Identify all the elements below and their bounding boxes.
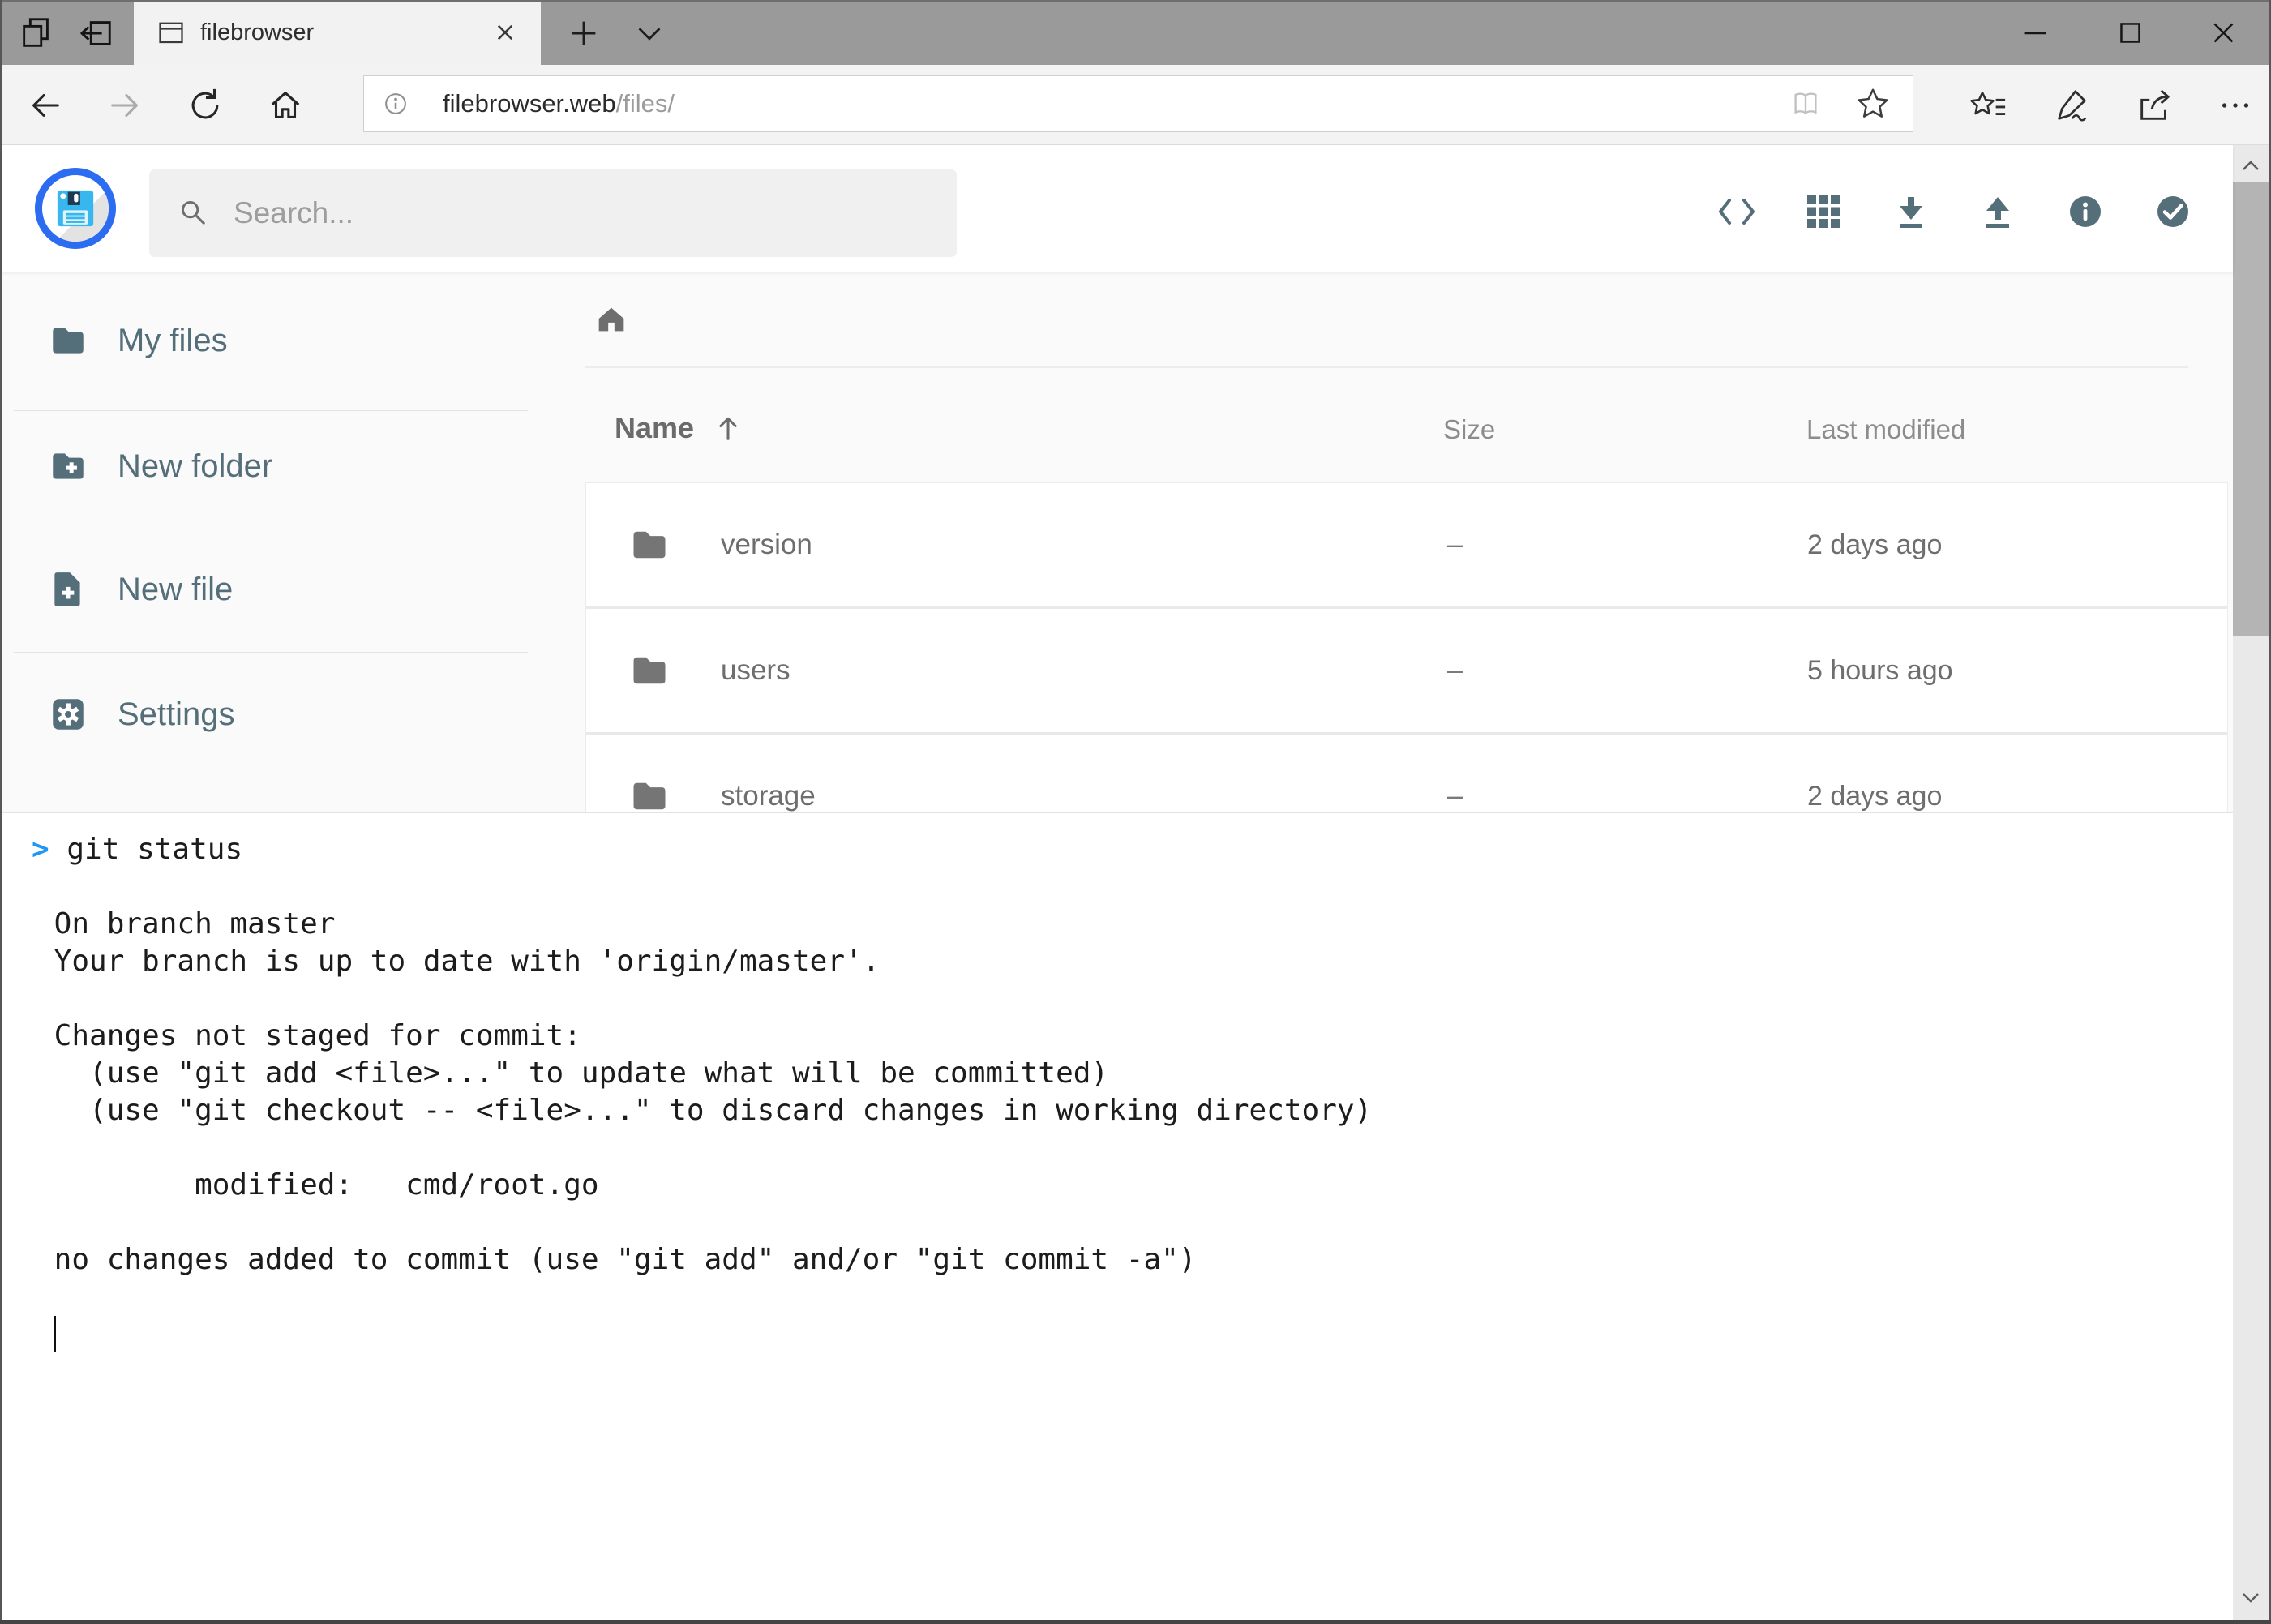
file-size: – <box>1447 609 1463 732</box>
new-tab-icon[interactable] <box>565 15 602 52</box>
file-row-storage[interactable]: storage – 2 days ago <box>586 732 2227 812</box>
folder-icon <box>48 320 88 361</box>
column-header-name[interactable]: Name <box>615 411 744 445</box>
forward-icon[interactable] <box>107 87 144 124</box>
floppy-disk-icon <box>53 186 98 231</box>
filebrowser-logo[interactable] <box>35 168 116 249</box>
file-size: – <box>1447 483 1463 606</box>
column-header-modified[interactable]: Last modified <box>1806 414 1965 445</box>
file-row-users[interactable]: users – 5 hours ago <box>586 606 2227 732</box>
annotate-pen-icon[interactable] <box>2052 87 2089 124</box>
url-host: filebrowser.web <box>443 89 616 118</box>
more-ellipsis-icon[interactable] <box>2217 87 2254 124</box>
file-name: version <box>721 483 812 606</box>
terminal-panel[interactable]: > git status On branch master Your branc… <box>2 812 2233 1620</box>
sidebar-item-label: New folder <box>118 448 272 485</box>
page-favicon <box>156 18 186 47</box>
browser-toolbar: filebrowser.web/files/ <box>0 65 2271 145</box>
url-path: /files/ <box>616 89 675 118</box>
breadcrumb-home-icon[interactable] <box>593 301 630 338</box>
column-header-size[interactable]: Size <box>1443 414 1495 445</box>
code-icon[interactable] <box>1717 192 1756 231</box>
scrollbar-thumb[interactable] <box>2233 182 2269 636</box>
hub-star-icon[interactable] <box>1970 87 2007 124</box>
folder-icon <box>628 649 671 692</box>
prompt-chevron-icon: > <box>32 833 49 866</box>
tab-preview-icon[interactable] <box>18 15 55 52</box>
file-size: – <box>1447 735 1463 812</box>
scroll-down-icon[interactable] <box>2237 1587 2265 1608</box>
active-tab[interactable]: filebrowser <box>134 0 541 65</box>
tab-title: filebrowser <box>200 19 314 46</box>
app-header <box>0 145 2233 272</box>
address-bar[interactable]: filebrowser.web/files/ <box>363 75 1913 132</box>
info-circle-icon[interactable] <box>2066 192 2105 231</box>
file-name: users <box>721 609 791 732</box>
sidebar-item-label: My files <box>118 323 228 359</box>
refresh-icon[interactable] <box>186 87 224 124</box>
tab-bar: filebrowser <box>0 0 2271 65</box>
file-name: storage <box>721 735 816 812</box>
terminal-cursor <box>54 1316 56 1352</box>
file-row-version[interactable]: version – 2 days ago <box>586 483 2227 606</box>
sidebar-divider <box>14 652 528 653</box>
close-tab-icon[interactable] <box>487 15 523 50</box>
sidebar-item-settings[interactable]: Settings <box>2 677 528 752</box>
search-icon <box>177 196 211 230</box>
scroll-up-icon[interactable] <box>2237 155 2265 176</box>
tab-list-chevron-icon[interactable] <box>631 15 668 52</box>
file-modified: 2 days ago <box>1807 483 1942 606</box>
download-icon[interactable] <box>1892 192 1930 231</box>
favorite-star-icon[interactable] <box>1854 85 1892 122</box>
new-file-icon <box>48 569 88 610</box>
maximize-icon[interactable] <box>2111 14 2149 51</box>
settings-icon <box>48 694 88 735</box>
new-folder-icon <box>48 446 88 486</box>
file-list: version – 2 days ago users – 5 hours ago… <box>585 482 2228 812</box>
breadcrumb-divider <box>585 366 2188 368</box>
sidebar-item-label: New file <box>118 572 233 608</box>
sidebar-item-new-folder[interactable]: New folder <box>2 429 528 503</box>
window-border-left <box>0 0 2 1624</box>
search-box[interactable] <box>149 169 957 257</box>
folder-icon <box>628 524 671 566</box>
content-area: My files New folder New file <box>2 272 2233 812</box>
terminal-output: On branch master Your branch is up to da… <box>2 868 2233 1279</box>
sidebar-item-label: Settings <box>118 696 235 733</box>
window-border-bottom <box>0 1620 2271 1624</box>
share-icon[interactable] <box>2136 87 2173 124</box>
set-tabs-aside-icon[interactable] <box>77 15 114 52</box>
search-input[interactable] <box>232 195 932 231</box>
url-text[interactable]: filebrowser.web/files/ <box>443 89 675 118</box>
grid-view-icon[interactable] <box>1804 192 1843 231</box>
reading-view-icon[interactable] <box>1788 86 1823 122</box>
terminal-prompt-line: > git status <box>2 831 2233 868</box>
browser-window: filebrowser <box>0 0 2271 1624</box>
column-label: Name <box>615 411 694 445</box>
upload-icon[interactable] <box>1978 192 2017 231</box>
page-scrollbar[interactable] <box>2233 145 2269 1620</box>
close-icon[interactable] <box>2205 14 2242 51</box>
folder-icon <box>628 775 671 812</box>
minimize-icon[interactable] <box>2016 14 2054 51</box>
window-border-top <box>0 0 2271 2</box>
info-icon[interactable] <box>380 88 411 119</box>
sidebar-item-new-file[interactable]: New file <box>2 552 528 627</box>
select-check-icon[interactable] <box>2153 192 2192 231</box>
sidebar-divider <box>14 410 528 411</box>
sort-arrow-up-icon <box>712 412 744 444</box>
file-modified: 2 days ago <box>1807 735 1942 812</box>
back-icon[interactable] <box>26 87 63 124</box>
file-modified: 5 hours ago <box>1807 609 1953 732</box>
terminal-command: git status <box>66 833 242 866</box>
home-icon[interactable] <box>267 87 304 124</box>
sidebar-item-my-files[interactable]: My files <box>2 303 528 378</box>
